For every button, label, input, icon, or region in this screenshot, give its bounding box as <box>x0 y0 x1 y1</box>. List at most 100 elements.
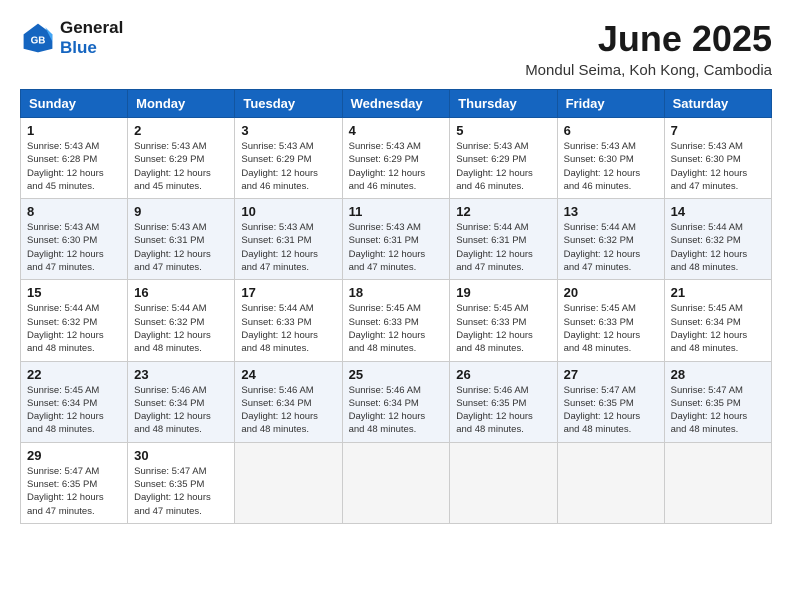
calendar-cell: 9 Sunrise: 5:43 AM Sunset: 6:31 PM Daylig… <box>128 199 235 280</box>
calendar-cell: 29 Sunrise: 5:47 AM Sunset: 6:35 PM Dayli… <box>21 442 128 523</box>
day-info: Sunrise: 5:43 AM Sunset: 6:30 PM Dayligh… <box>671 140 765 193</box>
calendar-cell: 21 Sunrise: 5:45 AM Sunset: 6:34 PM Dayli… <box>664 280 771 361</box>
weekday-header: Wednesday <box>342 90 450 118</box>
day-number: 12 <box>456 204 550 219</box>
calendar-cell: 12 Sunrise: 5:44 AM Sunset: 6:31 PM Dayli… <box>450 199 557 280</box>
day-number: 25 <box>349 367 444 382</box>
day-number: 4 <box>349 123 444 138</box>
day-number: 1 <box>27 123 121 138</box>
calendar-cell: 18Sunrise: 5:45 AM Sunset: 6:33 PM Dayli… <box>342 280 450 361</box>
day-info: Sunrise: 5:46 AM Sunset: 6:34 PM Dayligh… <box>241 384 335 437</box>
day-number: 28 <box>671 367 765 382</box>
calendar-cell: 15 Sunrise: 5:44 AM Sunset: 6:32 PM Dayli… <box>21 280 128 361</box>
calendar-table: SundayMondayTuesdayWednesdayThursdayFrid… <box>20 89 772 524</box>
day-number: 17 <box>241 285 335 300</box>
main-title: June 2025 <box>525 18 772 60</box>
header: GB General Blue June 2025 Mondul Seima, … <box>20 18 772 79</box>
calendar-cell: 8 Sunrise: 5:43 AM Sunset: 6:30 PM Daylig… <box>21 199 128 280</box>
calendar-cell: 17 Sunrise: 5:44 AM Sunset: 6:33 PM Dayli… <box>235 280 342 361</box>
calendar-cell: 23 Sunrise: 5:46 AM Sunset: 6:34 PM Dayli… <box>128 361 235 442</box>
day-number: 3 <box>241 123 335 138</box>
day-number: 2 <box>134 123 228 138</box>
day-info: Sunrise: 5:44 AM Sunset: 6:32 PM Dayligh… <box>134 302 228 355</box>
day-info: Sunrise: 5:45 AM Sunset: 6:34 PM Dayligh… <box>27 384 121 437</box>
calendar-cell: 20 Sunrise: 5:45 AM Sunset: 6:33 PM Dayli… <box>557 280 664 361</box>
day-info: Sunrise: 5:46 AM Sunset: 6:35 PM Dayligh… <box>456 384 550 437</box>
day-number: 9 <box>134 204 228 219</box>
day-number: 21 <box>671 285 765 300</box>
calendar-cell: 1 Sunrise: 5:43 AM Sunset: 6:28 PM Daylig… <box>21 118 128 199</box>
day-info: Sunrise: 5:43 AM Sunset: 6:29 PM Dayligh… <box>349 140 444 193</box>
day-info: Sunrise: 5:44 AM Sunset: 6:32 PM Dayligh… <box>671 221 765 274</box>
day-number: 8 <box>27 204 121 219</box>
calendar-cell: 27 Sunrise: 5:47 AM Sunset: 6:35 PM Dayli… <box>557 361 664 442</box>
day-number: 26 <box>456 367 550 382</box>
day-info: Sunrise: 5:46 AM Sunset: 6:34 PM Dayligh… <box>349 384 444 437</box>
day-number: 13 <box>564 204 658 219</box>
day-info: Sunrise: 5:43 AM Sunset: 6:29 PM Dayligh… <box>134 140 228 193</box>
page: GB General Blue June 2025 Mondul Seima, … <box>0 0 792 534</box>
day-info: Sunrise: 5:46 AM Sunset: 6:34 PM Dayligh… <box>134 384 228 437</box>
day-number: 6 <box>564 123 658 138</box>
calendar-cell: 2 Sunrise: 5:43 AM Sunset: 6:29 PM Daylig… <box>128 118 235 199</box>
calendar-cell: 6Sunrise: 5:43 AM Sunset: 6:30 PM Daylig… <box>557 118 664 199</box>
day-number: 7 <box>671 123 765 138</box>
calendar-cell <box>557 442 664 523</box>
subtitle: Mondul Seima, Koh Kong, Cambodia <box>525 62 772 79</box>
day-info: Sunrise: 5:45 AM Sunset: 6:33 PM Dayligh… <box>564 302 658 355</box>
day-info: Sunrise: 5:47 AM Sunset: 6:35 PM Dayligh… <box>564 384 658 437</box>
day-number: 24 <box>241 367 335 382</box>
day-number: 15 <box>27 285 121 300</box>
calendar-cell: 7 Sunrise: 5:43 AM Sunset: 6:30 PM Daylig… <box>664 118 771 199</box>
calendar-cell: 19 Sunrise: 5:45 AM Sunset: 6:33 PM Dayli… <box>450 280 557 361</box>
day-number: 29 <box>27 448 121 463</box>
weekday-header: Friday <box>557 90 664 118</box>
day-number: 19 <box>456 285 550 300</box>
day-info: Sunrise: 5:43 AM Sunset: 6:29 PM Dayligh… <box>241 140 335 193</box>
weekday-header: Tuesday <box>235 90 342 118</box>
day-info: Sunrise: 5:44 AM Sunset: 6:31 PM Dayligh… <box>456 221 550 274</box>
calendar-cell: 3 Sunrise: 5:43 AM Sunset: 6:29 PM Daylig… <box>235 118 342 199</box>
calendar-cell <box>664 442 771 523</box>
calendar-cell <box>235 442 342 523</box>
calendar-cell: 4 Sunrise: 5:43 AM Sunset: 6:29 PM Daylig… <box>342 118 450 199</box>
day-number: 23 <box>134 367 228 382</box>
day-info: Sunrise: 5:44 AM Sunset: 6:32 PM Dayligh… <box>27 302 121 355</box>
calendar-cell: 14 Sunrise: 5:44 AM Sunset: 6:32 PM Dayli… <box>664 199 771 280</box>
day-info: Sunrise: 5:43 AM Sunset: 6:31 PM Dayligh… <box>134 221 228 274</box>
logo-line1: General <box>60 18 123 38</box>
day-info: Sunrise: 5:43 AM Sunset: 6:29 PM Dayligh… <box>456 140 550 193</box>
day-info: Sunrise: 5:43 AM Sunset: 6:30 PM Dayligh… <box>27 221 121 274</box>
weekday-header: Sunday <box>21 90 128 118</box>
day-info: Sunrise: 5:45 AM Sunset: 6:34 PM Dayligh… <box>671 302 765 355</box>
logo-icon: GB <box>20 20 56 56</box>
calendar-cell: 28Sunrise: 5:47 AM Sunset: 6:35 PM Dayli… <box>664 361 771 442</box>
day-number: 14 <box>671 204 765 219</box>
day-number: 16 <box>134 285 228 300</box>
day-info: Sunrise: 5:45 AM Sunset: 6:33 PM Dayligh… <box>456 302 550 355</box>
day-info: Sunrise: 5:44 AM Sunset: 6:33 PM Dayligh… <box>241 302 335 355</box>
logo: GB General Blue <box>20 18 123 57</box>
calendar-cell: 11Sunrise: 5:43 AM Sunset: 6:31 PM Dayli… <box>342 199 450 280</box>
day-number: 11 <box>349 204 444 219</box>
calendar-cell: 16 Sunrise: 5:44 AM Sunset: 6:32 PM Dayli… <box>128 280 235 361</box>
day-number: 20 <box>564 285 658 300</box>
day-number: 10 <box>241 204 335 219</box>
day-number: 27 <box>564 367 658 382</box>
day-number: 18 <box>349 285 444 300</box>
weekday-header: Monday <box>128 90 235 118</box>
weekday-header: Thursday <box>450 90 557 118</box>
weekday-header: Saturday <box>664 90 771 118</box>
day-info: Sunrise: 5:43 AM Sunset: 6:28 PM Dayligh… <box>27 140 121 193</box>
calendar-cell <box>450 442 557 523</box>
calendar-cell: 26 Sunrise: 5:46 AM Sunset: 6:35 PM Dayli… <box>450 361 557 442</box>
day-info: Sunrise: 5:47 AM Sunset: 6:35 PM Dayligh… <box>27 465 121 518</box>
calendar-cell: 5 Sunrise: 5:43 AM Sunset: 6:29 PM Daylig… <box>450 118 557 199</box>
day-number: 30 <box>134 448 228 463</box>
calendar-cell: 25 Sunrise: 5:46 AM Sunset: 6:34 PM Dayli… <box>342 361 450 442</box>
day-info: Sunrise: 5:47 AM Sunset: 6:35 PM Dayligh… <box>134 465 228 518</box>
logo-line2: Blue <box>60 38 123 58</box>
calendar-cell <box>342 442 450 523</box>
day-number: 5 <box>456 123 550 138</box>
day-number: 22 <box>27 367 121 382</box>
